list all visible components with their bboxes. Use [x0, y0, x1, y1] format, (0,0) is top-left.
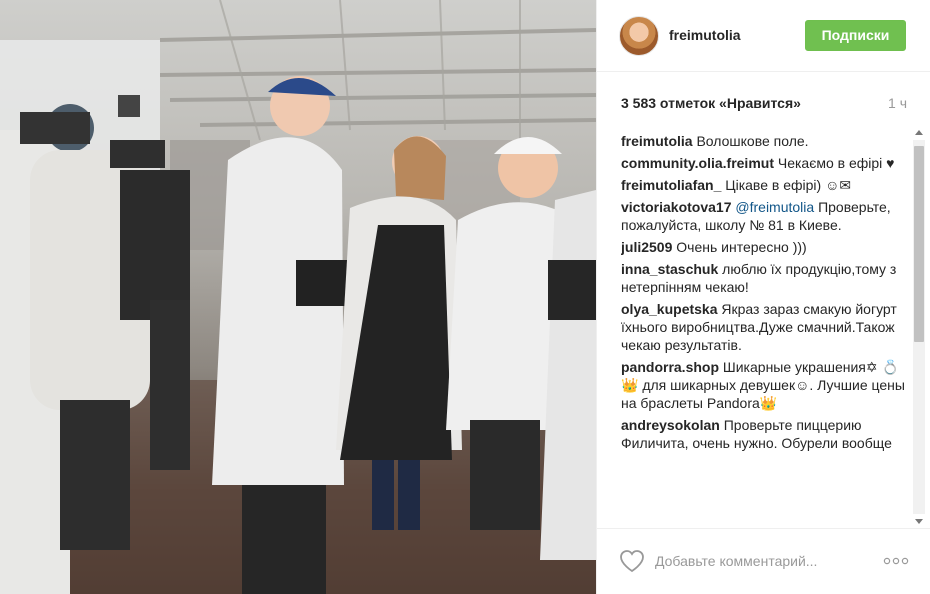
- post-sidebar: freimutolia Подписки 3 583 отметок «Нрав…: [596, 0, 930, 594]
- comment-username[interactable]: community.olia.freimut: [621, 155, 774, 171]
- comment-item: andreysokolan Проверьте пиццерию Филичит…: [621, 416, 911, 452]
- comment-username[interactable]: pandorra.shop: [621, 359, 719, 375]
- comment-footer: [597, 528, 930, 594]
- comment-username[interactable]: victoriakotova17: [621, 199, 732, 215]
- add-comment-input[interactable]: [655, 549, 871, 573]
- scroll-thumb[interactable]: [914, 146, 924, 342]
- post-time[interactable]: 1 ч: [888, 95, 907, 111]
- comment-text: Очень интересно ))): [676, 239, 807, 255]
- comment-text: Волошкове поле.: [696, 133, 809, 149]
- comment-username[interactable]: andreysokolan: [621, 417, 720, 433]
- comment-item: freimutoliafan_ Цікаве в ефірі) ☺✉: [621, 176, 911, 194]
- comment-username[interactable]: inna_staschuk: [621, 261, 718, 277]
- comment-item: olya_kupetska Якраз зараз смакую йогурт …: [621, 300, 911, 354]
- comment-item: juli2509 Очень интересно ))): [621, 238, 911, 256]
- post-username[interactable]: freimutolia: [669, 27, 741, 43]
- comment-mention[interactable]: @freimutolia: [735, 199, 814, 215]
- likes-count[interactable]: 3 583 отметок «Нравится»: [621, 95, 801, 111]
- comments-list: freimutolia Волошкове поле. community.ol…: [621, 132, 911, 528]
- comment-username[interactable]: freimutoliafan_: [621, 177, 721, 193]
- comment-username[interactable]: olya_kupetska: [621, 301, 718, 317]
- comment-item: freimutolia Волошкове поле.: [621, 132, 911, 150]
- likes-row: 3 583 отметок «Нравится» 1 ч: [597, 72, 930, 132]
- follow-button[interactable]: Подписки: [805, 20, 906, 51]
- comment-item: pandorra.shop Шикарные украшения✡ 💍👑 для…: [621, 358, 911, 412]
- comment-text: Цікаве в ефірі) ☺✉: [725, 177, 852, 193]
- comment-item: inna_staschuk люблю їх продукцію,тому з …: [621, 260, 911, 296]
- comment-item: community.olia.freimut Чекаємо в ефірі ♥: [621, 154, 911, 172]
- scroll-down-arrow-icon[interactable]: [915, 519, 923, 524]
- scroll-up-arrow-icon[interactable]: [915, 130, 923, 135]
- avatar[interactable]: [619, 16, 659, 56]
- post-header: freimutolia Подписки: [597, 0, 930, 72]
- comment-text: Чекаємо в ефірі ♥: [777, 155, 895, 171]
- comment-username[interactable]: juli2509: [621, 239, 672, 255]
- factory-scene-illustration: [0, 0, 596, 594]
- heart-outline-icon[interactable]: [619, 549, 645, 573]
- comment-username[interactable]: freimutolia: [621, 133, 693, 149]
- comment-item: victoriakotova17 @freimutolia Проверьте,…: [621, 198, 911, 234]
- comments-scrollbar[interactable]: [911, 126, 927, 528]
- post-photo[interactable]: [0, 0, 596, 594]
- more-options-icon[interactable]: [883, 557, 909, 565]
